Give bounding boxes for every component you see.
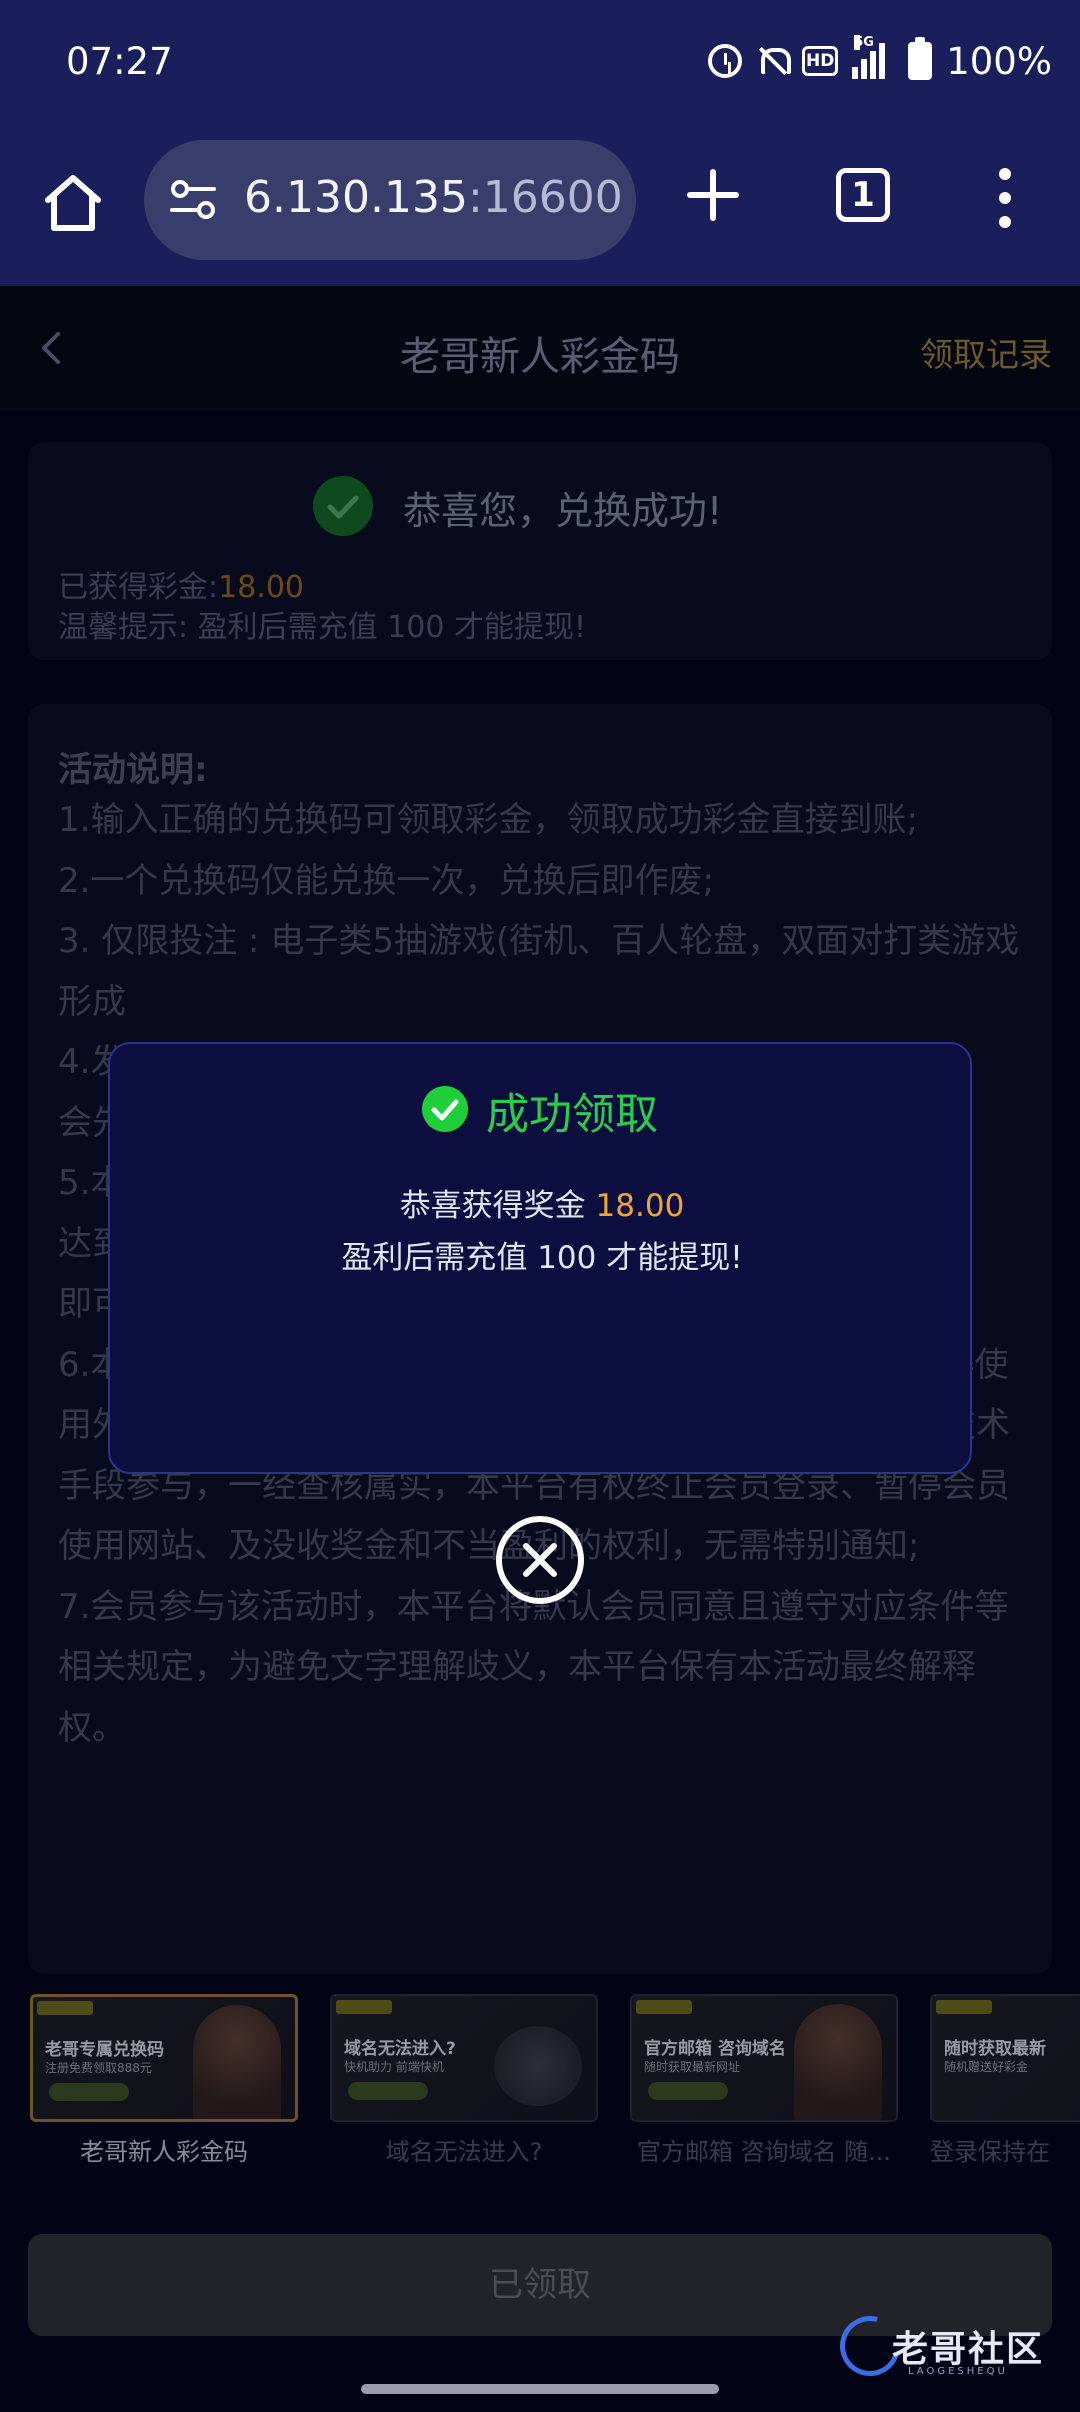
new-tab-button[interactable] bbox=[686, 168, 740, 222]
promo-pill bbox=[348, 2082, 428, 2100]
promo-thumb-sub: 随机赠送好彩金 bbox=[944, 2060, 1029, 2074]
check-icon bbox=[422, 1086, 468, 1132]
promo-caption: 官方邮箱 咨询域名 随... bbox=[636, 2138, 892, 2164]
tabs-icon[interactable]: 1 bbox=[836, 168, 890, 222]
promo-thumb-title: 随时获取最新 bbox=[944, 2039, 1046, 2059]
gesture-bar[interactable] bbox=[361, 2384, 719, 2394]
promo-pill bbox=[49, 2083, 129, 2101]
promo-thumbnail: 随时获取最新 随机赠送好彩金 bbox=[930, 1994, 1080, 2122]
rule-item: 7.会员参与该活动时，本平台将默认会员同意且遵守对应条件等相关规定，为避免文字理… bbox=[58, 1586, 1009, 1748]
address-bar[interactable]: 6.130.135:16600 bbox=[144, 140, 636, 260]
home-icon bbox=[45, 175, 101, 231]
promo-thumbnail: 老哥专属兑换码 注册免费领取888元 bbox=[30, 1994, 298, 2122]
promo-thumb-title: 老哥专属兑换码 bbox=[45, 2040, 164, 2060]
brand-sub: LAOGESHEQU bbox=[908, 2366, 1008, 2377]
url-text[interactable]: 6.130.135:16600 bbox=[244, 172, 623, 223]
promo-caption: 登录保持在 bbox=[930, 2138, 1050, 2164]
promo-thumb-title: 官方邮箱 咨询域名 bbox=[644, 2039, 786, 2059]
modal-reward-line: 恭喜获得奖金 18.00 bbox=[110, 1180, 974, 1225]
success-modal: 成功领取 恭喜获得奖金 18.00 盈利后需充值 100 才能提现! bbox=[108, 1042, 972, 1474]
url-port: :16600 bbox=[467, 172, 623, 223]
browser-toolbar: 6.130.135:16600 1 bbox=[0, 124, 1080, 286]
signal-icon: 5G bbox=[852, 35, 894, 79]
promo-item[interactable]: 域名无法进入? 快机助力 前端快机 域名无法进入? bbox=[330, 1994, 598, 2164]
promo-figure bbox=[794, 2004, 882, 2120]
records-link[interactable]: 领取记录 bbox=[920, 328, 1052, 376]
promo-item[interactable]: 官方邮箱 咨询域名 随时获取最新网址 官方邮箱 咨询域名 随... bbox=[630, 1994, 898, 2164]
close-icon[interactable] bbox=[496, 1516, 584, 1604]
promo-thumb-sub: 快机助力 前端快机 bbox=[344, 2060, 444, 2074]
plus-icon bbox=[687, 169, 739, 221]
earned-amount: 18.00 bbox=[218, 570, 304, 605]
battery-percent: 100% bbox=[946, 39, 1052, 83]
screen: 07:27 HD 5G 100% 6.130.135:16600 1 老哥新人彩… bbox=[0, 0, 1080, 2412]
result-headline: 恭喜您，兑换成功! bbox=[403, 489, 723, 533]
promo-thumbnail: 官方邮箱 咨询域名 随时获取最新网址 bbox=[630, 1994, 898, 2122]
home-button[interactable] bbox=[40, 170, 106, 236]
modal-title: 成功领取 bbox=[486, 1090, 658, 1140]
promo-item[interactable]: 随时获取最新 随机赠送好彩金 登录保持在 bbox=[930, 1994, 1080, 2164]
brand-name: 老哥社区 bbox=[892, 2329, 1045, 2370]
network-type: 5G bbox=[854, 35, 874, 50]
rule-item: 2.一个兑换码仅能兑换一次，兑换后即作废; bbox=[58, 860, 714, 901]
page-title: 老哥新人彩金码 bbox=[400, 334, 680, 380]
hd-icon: HD bbox=[802, 46, 839, 76]
url-host: 6.130.135 bbox=[244, 172, 468, 223]
promo-thumb-sub: 注册免费领取888元 bbox=[45, 2061, 152, 2075]
more-vert-icon[interactable] bbox=[996, 168, 1016, 228]
promo-caption: 老哥新人彩金码 bbox=[80, 2138, 248, 2164]
rules-title: 活动说明: bbox=[58, 750, 208, 790]
promo-item[interactable]: 老哥专属兑换码 注册免费领取888元 老哥新人彩金码 bbox=[30, 1994, 298, 2164]
brand-logo: 老哥社区 LAOGESHEQU bbox=[829, 2305, 1070, 2394]
bell-off-icon bbox=[756, 44, 792, 78]
status-bar: 07:27 HD 5G 100% bbox=[0, 0, 1080, 124]
rule-item: 形成 bbox=[58, 981, 126, 1022]
promo-thumbnail: 域名无法进入? 快机助力 前端快机 bbox=[330, 1994, 598, 2122]
status-time: 07:27 bbox=[66, 40, 173, 83]
check-icon bbox=[313, 476, 373, 536]
modal-reward-label: 恭喜获得奖金 bbox=[399, 1188, 596, 1224]
status-icons: HD 5G 100% bbox=[708, 35, 1052, 84]
promo-caption: 域名无法进入? bbox=[385, 2138, 543, 2164]
modal-hint-line: 盈利后需充值 100 才能提现! bbox=[341, 1240, 743, 1276]
promo-pill bbox=[648, 2082, 728, 2100]
promo-tag bbox=[936, 2000, 992, 2014]
promo-thumb-sub: 随时获取最新网址 bbox=[644, 2060, 741, 2074]
rule-item: 1.输入正确的兑换码可领取彩金，领取成功彩金直接到账; bbox=[58, 800, 918, 840]
rule-item: 3. 仅限投注 : 电子类5抽游戏(街机、百人轮盘，双面对打类游戏 bbox=[58, 921, 1020, 961]
hint-line: 温馨提示: 盈利后需充值 100 才能提现! bbox=[58, 610, 587, 645]
promo-tag bbox=[336, 2000, 392, 2014]
earned-line: 已获得彩金:18.00 bbox=[58, 562, 304, 606]
earned-label: 已获得彩金: bbox=[58, 570, 219, 605]
site-settings-icon[interactable] bbox=[168, 178, 218, 222]
promo-tag bbox=[37, 2001, 93, 2015]
modal-reward-amount: 18.00 bbox=[595, 1188, 685, 1224]
alarm-icon bbox=[708, 44, 743, 78]
promo-carousel[interactable]: 老哥专属兑换码 注册免费领取888元 老哥新人彩金码 域名无法进入? 快机助力 … bbox=[0, 1994, 1080, 2164]
result-card: 恭喜您，兑换成功! 已获得彩金:18.00 温馨提示: 盈利后需充值 100 才… bbox=[28, 442, 1052, 660]
promo-tag bbox=[636, 2000, 692, 2014]
promo-thumb-title: 域名无法进入? bbox=[344, 2039, 456, 2059]
app-header: 老哥新人彩金码 领取记录 bbox=[0, 286, 1080, 410]
promo-figure bbox=[193, 2005, 281, 2119]
promo-figure bbox=[494, 2026, 582, 2106]
battery-icon bbox=[908, 37, 933, 80]
